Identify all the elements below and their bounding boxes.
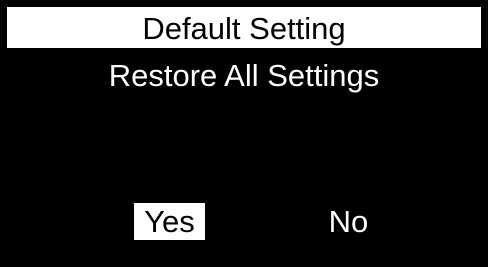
title-bar: Default Setting [7,7,481,48]
yes-option-label: Yes [144,204,195,239]
lcd-screen: Default Setting Restore All Settings Yes… [0,0,488,267]
no-option-label: No [328,204,369,239]
no-option[interactable]: No [313,203,384,240]
dialog-prompt: Restore All Settings [108,58,380,93]
yes-option[interactable]: Yes [134,203,205,240]
dialog-title: Default Setting [142,11,346,46]
